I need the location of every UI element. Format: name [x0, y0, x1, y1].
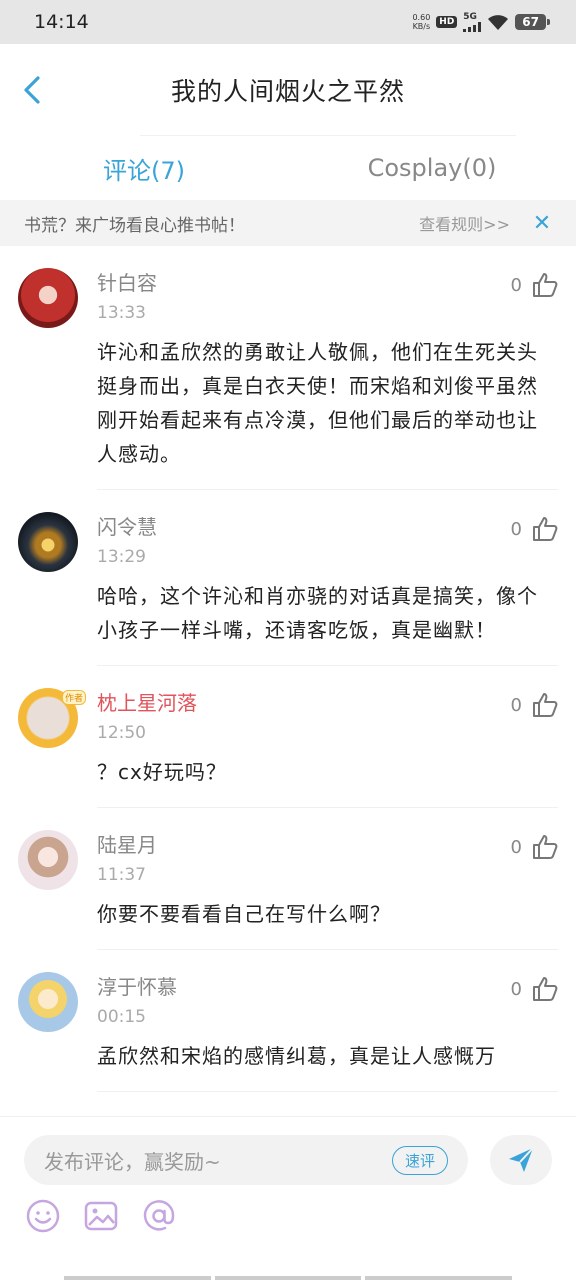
thumbs-up-icon — [533, 693, 558, 717]
comment-text: 许沁和孟欣然的勇敢让人敬佩，他们在生死关头挺身而出，真是白衣天使！而宋焰和刘俊平… — [97, 340, 538, 466]
wifi-icon — [488, 15, 509, 30]
avatar[interactable] — [18, 268, 78, 328]
emoji-icon[interactable] — [24, 1197, 62, 1235]
comment-text: 哈哈，这个许沁和肖亦骁的对话真是搞笑，像个小孩子一样斗嘴，还请客吃饭，真是幽默！ — [97, 584, 538, 642]
thumbs-up-icon — [533, 977, 558, 1001]
comment-item: 闪令慧 13:29 哈哈，这个许沁和肖亦骁的对话真是搞笑，像个小孩子一样斗嘴，还… — [0, 490, 576, 666]
comment-author[interactable]: 闪令慧 — [97, 512, 558, 542]
comment-input[interactable]: 发布评论，赢奖励~ 速评 — [24, 1135, 468, 1185]
avatar[interactable] — [18, 512, 78, 572]
comment-composer: 发布评论，赢奖励~ 速评 — [0, 1116, 576, 1280]
comment-item: 针白容 13:33 许沁和孟欣然的勇敢让人敬佩，他们在生死关头挺身而出，真是白衣… — [0, 246, 576, 490]
avatar[interactable] — [18, 830, 78, 890]
send-icon — [509, 1147, 534, 1172]
like-count: 0 — [510, 274, 522, 296]
comment-time: 12:50 — [97, 723, 146, 743]
comment-list[interactable]: 针白容 13:33 许沁和孟欣然的勇敢让人敬佩，他们在生死关头挺身而出，真是白衣… — [0, 246, 576, 1116]
quick-review-button[interactable]: 速评 — [391, 1145, 448, 1175]
mention-icon[interactable] — [140, 1197, 178, 1235]
battery-icon: 67 — [515, 14, 550, 30]
comment-author[interactable]: 淳于怀慕 — [97, 972, 558, 1002]
send-button[interactable] — [490, 1135, 552, 1185]
divider — [140, 135, 516, 136]
status-time: 14:14 — [34, 11, 89, 33]
comment-text: 你要不要看看自己在写什么啊？ — [97, 902, 391, 926]
avatar[interactable] — [18, 972, 78, 1032]
tab-comments[interactable]: 评论(7) — [0, 136, 288, 200]
hd-icon: HD — [436, 16, 458, 28]
comment-time: 13:29 — [97, 547, 146, 567]
image-icon[interactable] — [82, 1197, 120, 1235]
gesture-bar — [64, 1276, 513, 1280]
status-bar: 14:14 0.60 KB/s HD 5G 67 — [0, 0, 576, 44]
page-header: 我的人间烟火之平然 — [0, 44, 576, 136]
tab-cosplay[interactable]: Cosplay(0) — [288, 136, 576, 200]
comment-input-placeholder: 发布评论，赢奖励~ — [44, 1149, 221, 1174]
tab-bar: 评论(7) Cosplay(0) — [0, 136, 576, 200]
comment-author[interactable]: 陆星月 — [97, 830, 558, 860]
back-arrow-icon[interactable] — [18, 72, 48, 108]
composer-tools — [0, 1185, 576, 1235]
like-count: 0 — [510, 518, 522, 540]
like-button[interactable]: 0 — [511, 976, 558, 1002]
like-button[interactable]: 0 — [511, 516, 558, 542]
comment-time: 11:37 — [97, 865, 146, 885]
comment-time: 13:33 — [97, 303, 146, 323]
comment-text: 孟欣然和宋焰的感情纠葛，真是让人感慨万 — [97, 1044, 496, 1068]
thumbs-up-icon — [533, 835, 558, 859]
status-icons: 0.60 KB/s HD 5G 67 — [412, 12, 550, 32]
page-title: 我的人间烟火之平然 — [170, 77, 405, 106]
comment-time: 00:15 — [97, 1007, 146, 1027]
like-count: 0 — [510, 694, 522, 716]
comment-text: ？cx好玩吗？ — [97, 760, 227, 784]
thumbs-up-icon — [533, 517, 558, 541]
like-button[interactable]: 0 — [511, 692, 558, 718]
banner-text: 书荒？来广场看良心推书帖！ — [24, 215, 245, 236]
comment-item: 作者 枕上星河落 12:50 ？cx好玩吗？ 0 — [0, 666, 576, 808]
like-count: 0 — [510, 836, 522, 858]
promo-banner: 书荒？来广场看良心推书帖！ 查看规则>> ✕ — [0, 200, 576, 246]
close-icon[interactable]: ✕ — [532, 211, 552, 236]
author-badge: 作者 — [61, 690, 86, 705]
comment-item: 淳于怀慕 00:15 孟欣然和宋焰的感情纠葛，真是让人感慨万 0 — [0, 950, 576, 1092]
signal-icon: 5G — [463, 12, 482, 32]
like-count: 0 — [510, 978, 522, 1000]
view-rules-link[interactable]: 查看规则>> — [419, 211, 510, 235]
network-speed: 0.60 KB/s — [412, 13, 431, 31]
comment-item: 陆星月 11:37 你要不要看看自己在写什么啊？ 0 — [0, 808, 576, 950]
avatar[interactable]: 作者 — [18, 688, 86, 748]
like-button[interactable]: 0 — [511, 272, 558, 298]
like-button[interactable]: 0 — [511, 834, 558, 860]
thumbs-up-icon — [533, 273, 558, 297]
comment-author[interactable]: 枕上星河落 — [97, 688, 558, 718]
comment-author[interactable]: 针白容 — [97, 268, 558, 298]
